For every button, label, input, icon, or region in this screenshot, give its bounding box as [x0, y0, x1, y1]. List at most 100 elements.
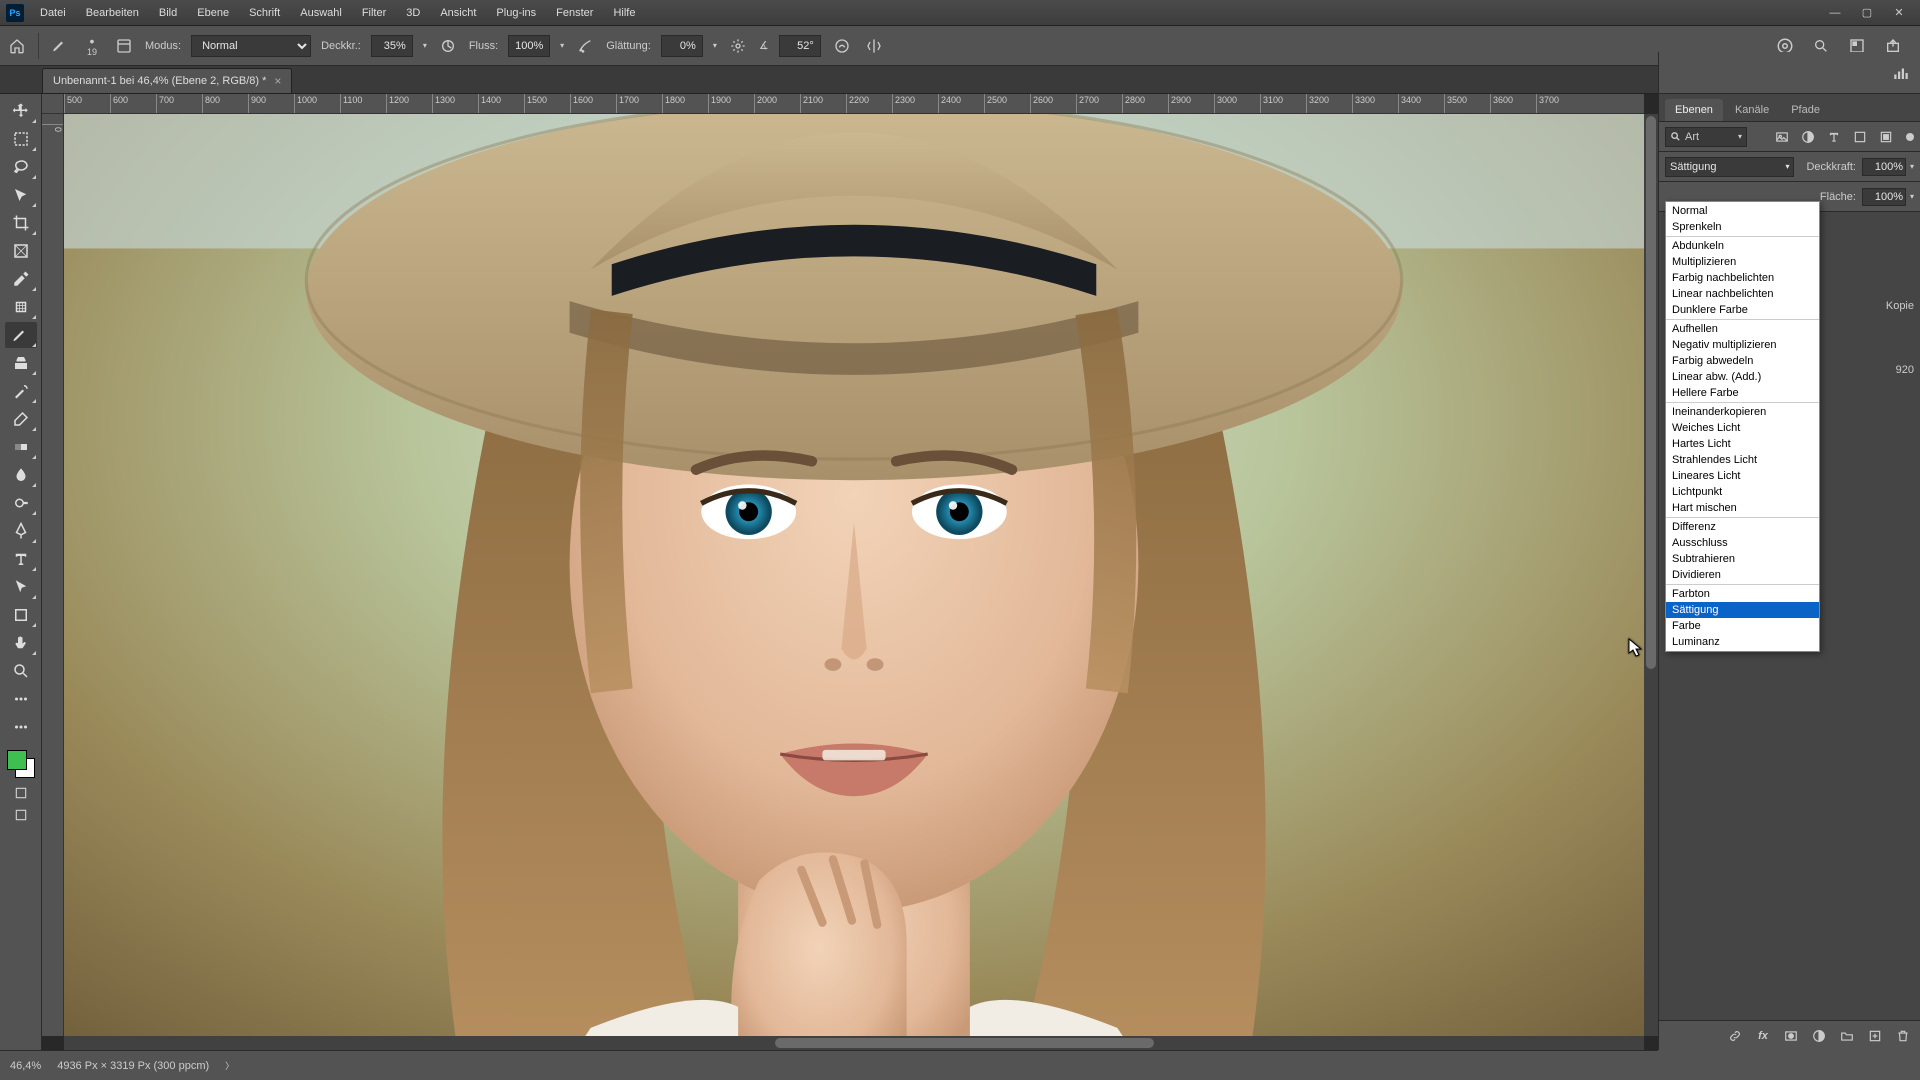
ruler-origin[interactable]	[42, 94, 64, 114]
blend-mode-option[interactable]: Dividieren	[1666, 567, 1819, 583]
brush-preset-picker[interactable]: • 19	[81, 35, 103, 57]
maximize-button[interactable]: ▢	[1852, 3, 1882, 23]
blend-mode-menu[interactable]: NormalSprenkelnAbdunkelnMultiplizierenFa…	[1665, 201, 1820, 652]
blend-mode-option[interactable]: Lichtpunkt	[1666, 484, 1819, 500]
horizontal-ruler[interactable]: 5006007008009001000110012001300140015001…	[64, 94, 1644, 114]
pen-tool[interactable]	[5, 518, 37, 544]
delete-layer-icon[interactable]	[1894, 1027, 1912, 1045]
menu-item[interactable]: Schrift	[241, 3, 288, 23]
more-tools[interactable]	[5, 686, 37, 712]
blend-mode-option[interactable]: Ineinanderkopieren	[1666, 404, 1819, 420]
blend-mode-select[interactable]: Normal	[191, 35, 311, 57]
move-tool[interactable]	[5, 98, 37, 124]
edit-toolbar[interactable]	[5, 714, 37, 740]
menu-item[interactable]: Fenster	[548, 3, 601, 23]
color-swatches[interactable]	[5, 748, 37, 780]
menu-item[interactable]: Ebene	[189, 3, 237, 23]
scrollbar-thumb[interactable]	[775, 1038, 1154, 1048]
history-brush-tool[interactable]	[5, 378, 37, 404]
blend-mode-option[interactable]: Hartes Licht	[1666, 436, 1819, 452]
menu-item[interactable]: Hilfe	[605, 3, 643, 23]
close-button[interactable]: ✕	[1884, 3, 1914, 23]
adjustment-layer-icon[interactable]	[1810, 1027, 1828, 1045]
home-icon[interactable]	[6, 35, 28, 57]
scrollbar-thumb[interactable]	[1646, 116, 1656, 669]
smoothing-input[interactable]	[661, 35, 703, 57]
filter-pixel-icon[interactable]	[1772, 127, 1792, 147]
blend-mode-option[interactable]: Multiplizieren	[1666, 254, 1819, 270]
quickmask-icon[interactable]	[10, 784, 32, 802]
menu-item[interactable]: Datei	[32, 3, 74, 23]
flow-input[interactable]	[508, 35, 550, 57]
symmetry-icon[interactable]	[863, 35, 885, 57]
layer-mask-icon[interactable]	[1782, 1027, 1800, 1045]
blend-mode-option[interactable]: Linear nachbelichten	[1666, 286, 1819, 302]
layer-opacity-input[interactable]	[1862, 158, 1906, 176]
blend-mode-option[interactable]: Luminanz	[1666, 634, 1819, 650]
blend-mode-option[interactable]: Hart mischen	[1666, 500, 1819, 516]
layer-fill-input[interactable]	[1862, 188, 1906, 206]
zoom-tool[interactable]	[5, 658, 37, 684]
clone-stamp-tool[interactable]	[5, 350, 37, 376]
filter-shape-icon[interactable]	[1850, 127, 1870, 147]
blend-mode-option[interactable]: Hellere Farbe	[1666, 385, 1819, 401]
lasso-tool[interactable]	[5, 154, 37, 180]
airbrush-icon[interactable]	[574, 35, 596, 57]
menu-item[interactable]: Plug-ins	[488, 3, 544, 23]
link-layers-icon[interactable]	[1726, 1027, 1744, 1045]
frame-tool[interactable]	[5, 238, 37, 264]
layer-filter-type[interactable]: Art ▾	[1665, 127, 1747, 147]
close-tab-icon[interactable]: ×	[274, 74, 281, 88]
document-canvas[interactable]	[64, 114, 1644, 1036]
type-tool[interactable]	[5, 546, 37, 572]
menu-item[interactable]: Ansicht	[432, 3, 484, 23]
filter-toggle-icon[interactable]	[1906, 133, 1914, 141]
marquee-tool[interactable]	[5, 126, 37, 152]
menu-item[interactable]: Bild	[151, 3, 185, 23]
blend-mode-option[interactable]: Lineares Licht	[1666, 468, 1819, 484]
blend-mode-option[interactable]: Subtrahieren	[1666, 551, 1819, 567]
blend-mode-option[interactable]: Farbig nachbelichten	[1666, 270, 1819, 286]
vertical-scrollbar[interactable]	[1644, 114, 1658, 1036]
menu-item[interactable]: 3D	[398, 3, 428, 23]
menu-item[interactable]: Auswahl	[292, 3, 350, 23]
pressure-size-icon[interactable]	[831, 35, 853, 57]
opacity-input[interactable]	[371, 35, 413, 57]
blend-mode-option[interactable]: Weiches Licht	[1666, 420, 1819, 436]
new-layer-icon[interactable]	[1866, 1027, 1884, 1045]
histogram-panel-icon[interactable]	[1890, 62, 1912, 84]
hand-tool[interactable]	[5, 630, 37, 656]
blur-tool[interactable]	[5, 462, 37, 488]
shape-tool[interactable]	[5, 602, 37, 628]
blend-mode-dropdown[interactable]: Sättigung ▾	[1665, 157, 1794, 177]
blend-mode-option[interactable]: Abdunkeln	[1666, 238, 1819, 254]
doc-info[interactable]: 4936 Px × 3319 Px (300 ppcm)	[57, 1060, 209, 1072]
blend-mode-option[interactable]: Farbig abwedeln	[1666, 353, 1819, 369]
angle-input[interactable]	[779, 35, 821, 57]
blend-mode-option[interactable]: Dunklere Farbe	[1666, 302, 1819, 318]
blend-mode-option[interactable]: Negativ multiplizieren	[1666, 337, 1819, 353]
blend-mode-option[interactable]: Sprenkeln	[1666, 219, 1819, 235]
blend-mode-option[interactable]: Aufhellen	[1666, 321, 1819, 337]
menu-item[interactable]: Bearbeiten	[78, 3, 147, 23]
gradient-tool[interactable]	[5, 434, 37, 460]
healing-tool[interactable]	[5, 294, 37, 320]
eyedropper-tool[interactable]	[5, 266, 37, 292]
brush-panel-toggle-icon[interactable]	[113, 35, 135, 57]
crop-tool[interactable]	[5, 210, 37, 236]
tab-layers[interactable]: Ebenen	[1665, 99, 1723, 121]
blend-mode-option[interactable]: Normal	[1666, 203, 1819, 219]
selection-tool[interactable]	[5, 182, 37, 208]
blend-mode-option[interactable]: Differenz	[1666, 519, 1819, 535]
vertical-ruler[interactable]: 0	[42, 114, 64, 1036]
screenmode-icon[interactable]	[10, 806, 32, 824]
blend-mode-option[interactable]: Farbe	[1666, 618, 1819, 634]
brush-icon[interactable]	[49, 35, 71, 57]
filter-smart-icon[interactable]	[1876, 127, 1896, 147]
menu-item[interactable]: Filter	[354, 3, 394, 23]
pressure-opacity-icon[interactable]	[437, 35, 459, 57]
blend-mode-option[interactable]: Farbton	[1666, 586, 1819, 602]
layer-style-icon[interactable]: fx	[1754, 1027, 1772, 1045]
foreground-color[interactable]	[7, 750, 27, 770]
tab-paths[interactable]: Pfade	[1781, 99, 1830, 121]
